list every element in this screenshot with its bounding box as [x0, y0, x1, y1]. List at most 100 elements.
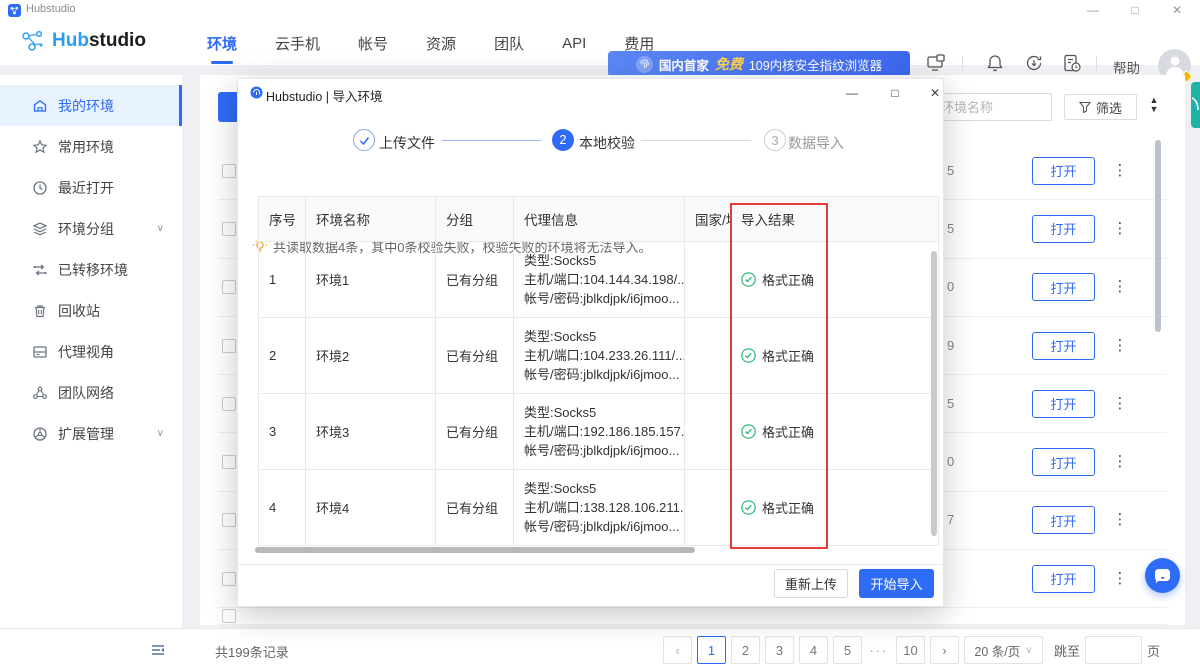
open-environment-button[interactable]: 打开 — [1032, 448, 1095, 476]
clock-icon — [32, 180, 48, 196]
page-prev-icon[interactable]: ‹ — [663, 636, 692, 664]
step-done-check-icon — [353, 129, 375, 151]
sidebar-item-0[interactable]: 我的环境 — [0, 85, 182, 126]
sidebar-item-label: 最近打开 — [58, 178, 114, 198]
nav-item-2[interactable]: 帐号 — [356, 21, 390, 66]
open-environment-button[interactable]: 打开 — [1032, 565, 1095, 593]
help-link[interactable]: 帮助 — [1113, 57, 1140, 77]
success-check-icon — [741, 424, 756, 439]
window-maximize-icon[interactable]: □ — [1120, 2, 1150, 18]
row-more-menu-icon[interactable]: ⋮ — [1112, 510, 1128, 530]
window-close-icon[interactable]: ✕ — [1162, 2, 1192, 18]
sidebar-item-6[interactable]: 代理视角 — [0, 331, 182, 372]
nav-item-5[interactable]: API — [560, 23, 588, 64]
sidebar-item-3[interactable]: 环境分组 ∨ — [0, 208, 182, 249]
sidebar-item-8[interactable]: 扩展管理 ∨ — [0, 413, 182, 454]
open-environment-button[interactable]: 打开 — [1032, 332, 1095, 360]
row-more-menu-icon[interactable]: ⋮ — [1112, 452, 1128, 472]
row-checkbox[interactable] — [222, 397, 236, 411]
open-environment-button[interactable]: 打开 — [1032, 273, 1095, 301]
row-more-menu-icon[interactable]: ⋮ — [1112, 161, 1128, 181]
screen-share-icon[interactable] — [926, 53, 946, 73]
cell-proxy: 类型:Socks5主机/端口:104.144.34.198/...帐号/密码:j… — [514, 242, 685, 318]
nav-item-4[interactable]: 团队 — [492, 21, 526, 66]
nav-item-0[interactable]: 环境 — [205, 21, 239, 66]
row-checkbox[interactable] — [222, 455, 236, 469]
row-more-menu-icon[interactable]: ⋮ — [1112, 569, 1128, 589]
sidebar-item-2[interactable]: 最近打开 — [0, 167, 182, 208]
row-checkbox[interactable] — [222, 339, 236, 353]
open-environment-button[interactable]: 打开 — [1032, 506, 1095, 534]
sidebar-item-7[interactable]: 团队网络 — [0, 372, 182, 413]
step-label: 本地校验 — [579, 133, 635, 153]
reupload-button[interactable]: 重新上传 — [774, 569, 848, 598]
side-promo-tab[interactable] — [1191, 82, 1200, 128]
sidebar-item-5[interactable]: 回收站 — [0, 290, 182, 331]
row-checkbox[interactable] — [222, 609, 236, 623]
promo-tab-icon — [1192, 96, 1200, 112]
cell-country — [685, 318, 731, 394]
log-history-icon[interactable] — [1062, 53, 1082, 73]
page-size-select[interactable]: 20 条/页∨ — [964, 636, 1043, 664]
pagination: ‹12345···10› 20 条/页∨ 跳至 页 — [663, 636, 1160, 664]
notification-bell-icon[interactable] — [985, 53, 1005, 73]
row-value-fragment: 0 — [947, 279, 954, 294]
chevron-down-icon: ∨ — [1025, 645, 1032, 656]
jump-page-input[interactable] — [1085, 636, 1142, 664]
page-button-3[interactable]: 3 — [765, 636, 794, 664]
sidebar: 我的环境 常用环境 最近打开 环境分组 ∨ 已转移环境 回收站 代理视角 团队网… — [0, 75, 182, 628]
open-environment-button[interactable]: 打开 — [1032, 390, 1095, 418]
page-button-1[interactable]: 1 — [697, 636, 726, 664]
brand-logo[interactable]: Hubstudio — [20, 28, 146, 54]
person-icon — [1165, 54, 1185, 76]
window-minimize-icon[interactable]: — — [1078, 2, 1108, 18]
row-more-menu-icon[interactable]: ⋮ — [1112, 394, 1128, 414]
cell-name: 环境4 — [306, 470, 436, 546]
promo-banner[interactable]: 国内首家 免费 109内核安全指纹浏览器 — [608, 51, 910, 77]
row-checkbox[interactable] — [222, 164, 236, 178]
collapse-sidebar-icon[interactable] — [148, 640, 168, 660]
dialog-maximize-icon[interactable]: □ — [881, 83, 909, 103]
page-button-5[interactable]: 5 — [833, 636, 862, 664]
row-more-menu-icon[interactable]: ⋮ — [1112, 336, 1128, 356]
sidebar-item-label: 我的环境 — [58, 96, 114, 116]
app-header: Hubstudio 环境云手机帐号资源团队API费用 国内首家 免费 109内核… — [0, 20, 1200, 66]
row-checkbox[interactable] — [222, 513, 236, 527]
modal-vertical-scrollbar[interactable] — [931, 251, 937, 536]
page-button-4[interactable]: 4 — [799, 636, 828, 664]
cell-group: 已有分组 — [436, 242, 514, 318]
row-checkbox[interactable] — [222, 222, 236, 236]
cell-proxy: 类型:Socks5主机/端口:192.186.185.157...帐号/密码:j… — [514, 394, 685, 470]
start-import-button[interactable]: 开始导入 — [859, 569, 934, 598]
sidebar-item-1[interactable]: 常用环境 — [0, 126, 182, 167]
page-button-10[interactable]: 10 — [896, 636, 925, 664]
page-next-icon[interactable]: › — [930, 636, 959, 664]
customer-service-button[interactable] — [1145, 558, 1180, 593]
cell-result: 格式正确 — [731, 242, 939, 318]
row-more-menu-icon[interactable]: ⋮ — [1112, 277, 1128, 297]
sidebar-item-4[interactable]: 已转移环境 — [0, 249, 182, 290]
sort-toggle-icon[interactable]: ▲▼ — [1147, 96, 1161, 118]
nav-item-1[interactable]: 云手机 — [273, 21, 322, 66]
window-title: Hubstudio — [26, 3, 76, 15]
open-environment-button[interactable]: 打开 — [1032, 215, 1095, 243]
star-icon — [32, 139, 48, 155]
filter-button[interactable]: 筛选 — [1064, 94, 1137, 120]
import-table-wrap: 序号环境名称分组代理信息国家/地区导入结果 1 环境1 已有分组 类型:Sock… — [258, 196, 938, 546]
table-row: 4 环境4 已有分组 类型:Socks5主机/端口:138.128.106.21… — [259, 470, 939, 546]
sidebar-item-label: 回收站 — [58, 301, 100, 321]
row-value-fragment: 9 — [947, 338, 954, 353]
modal-horizontal-scrollbar[interactable] — [255, 547, 695, 553]
row-more-menu-icon[interactable]: ⋮ — [1112, 219, 1128, 239]
main-vertical-scrollbar[interactable] — [1155, 140, 1161, 332]
update-sync-icon[interactable] — [1024, 53, 1044, 73]
proxy-icon — [32, 344, 48, 360]
nav-item-3[interactable]: 资源 — [424, 21, 458, 66]
open-environment-button[interactable]: 打开 — [1032, 157, 1095, 185]
dialog-minimize-icon[interactable]: — — [838, 83, 866, 103]
page-button-2[interactable]: 2 — [731, 636, 760, 664]
row-checkbox[interactable] — [222, 572, 236, 586]
fingerprint-icon — [636, 56, 653, 73]
row-checkbox[interactable] — [222, 280, 236, 294]
dialog-close-icon[interactable]: ✕ — [921, 83, 949, 103]
